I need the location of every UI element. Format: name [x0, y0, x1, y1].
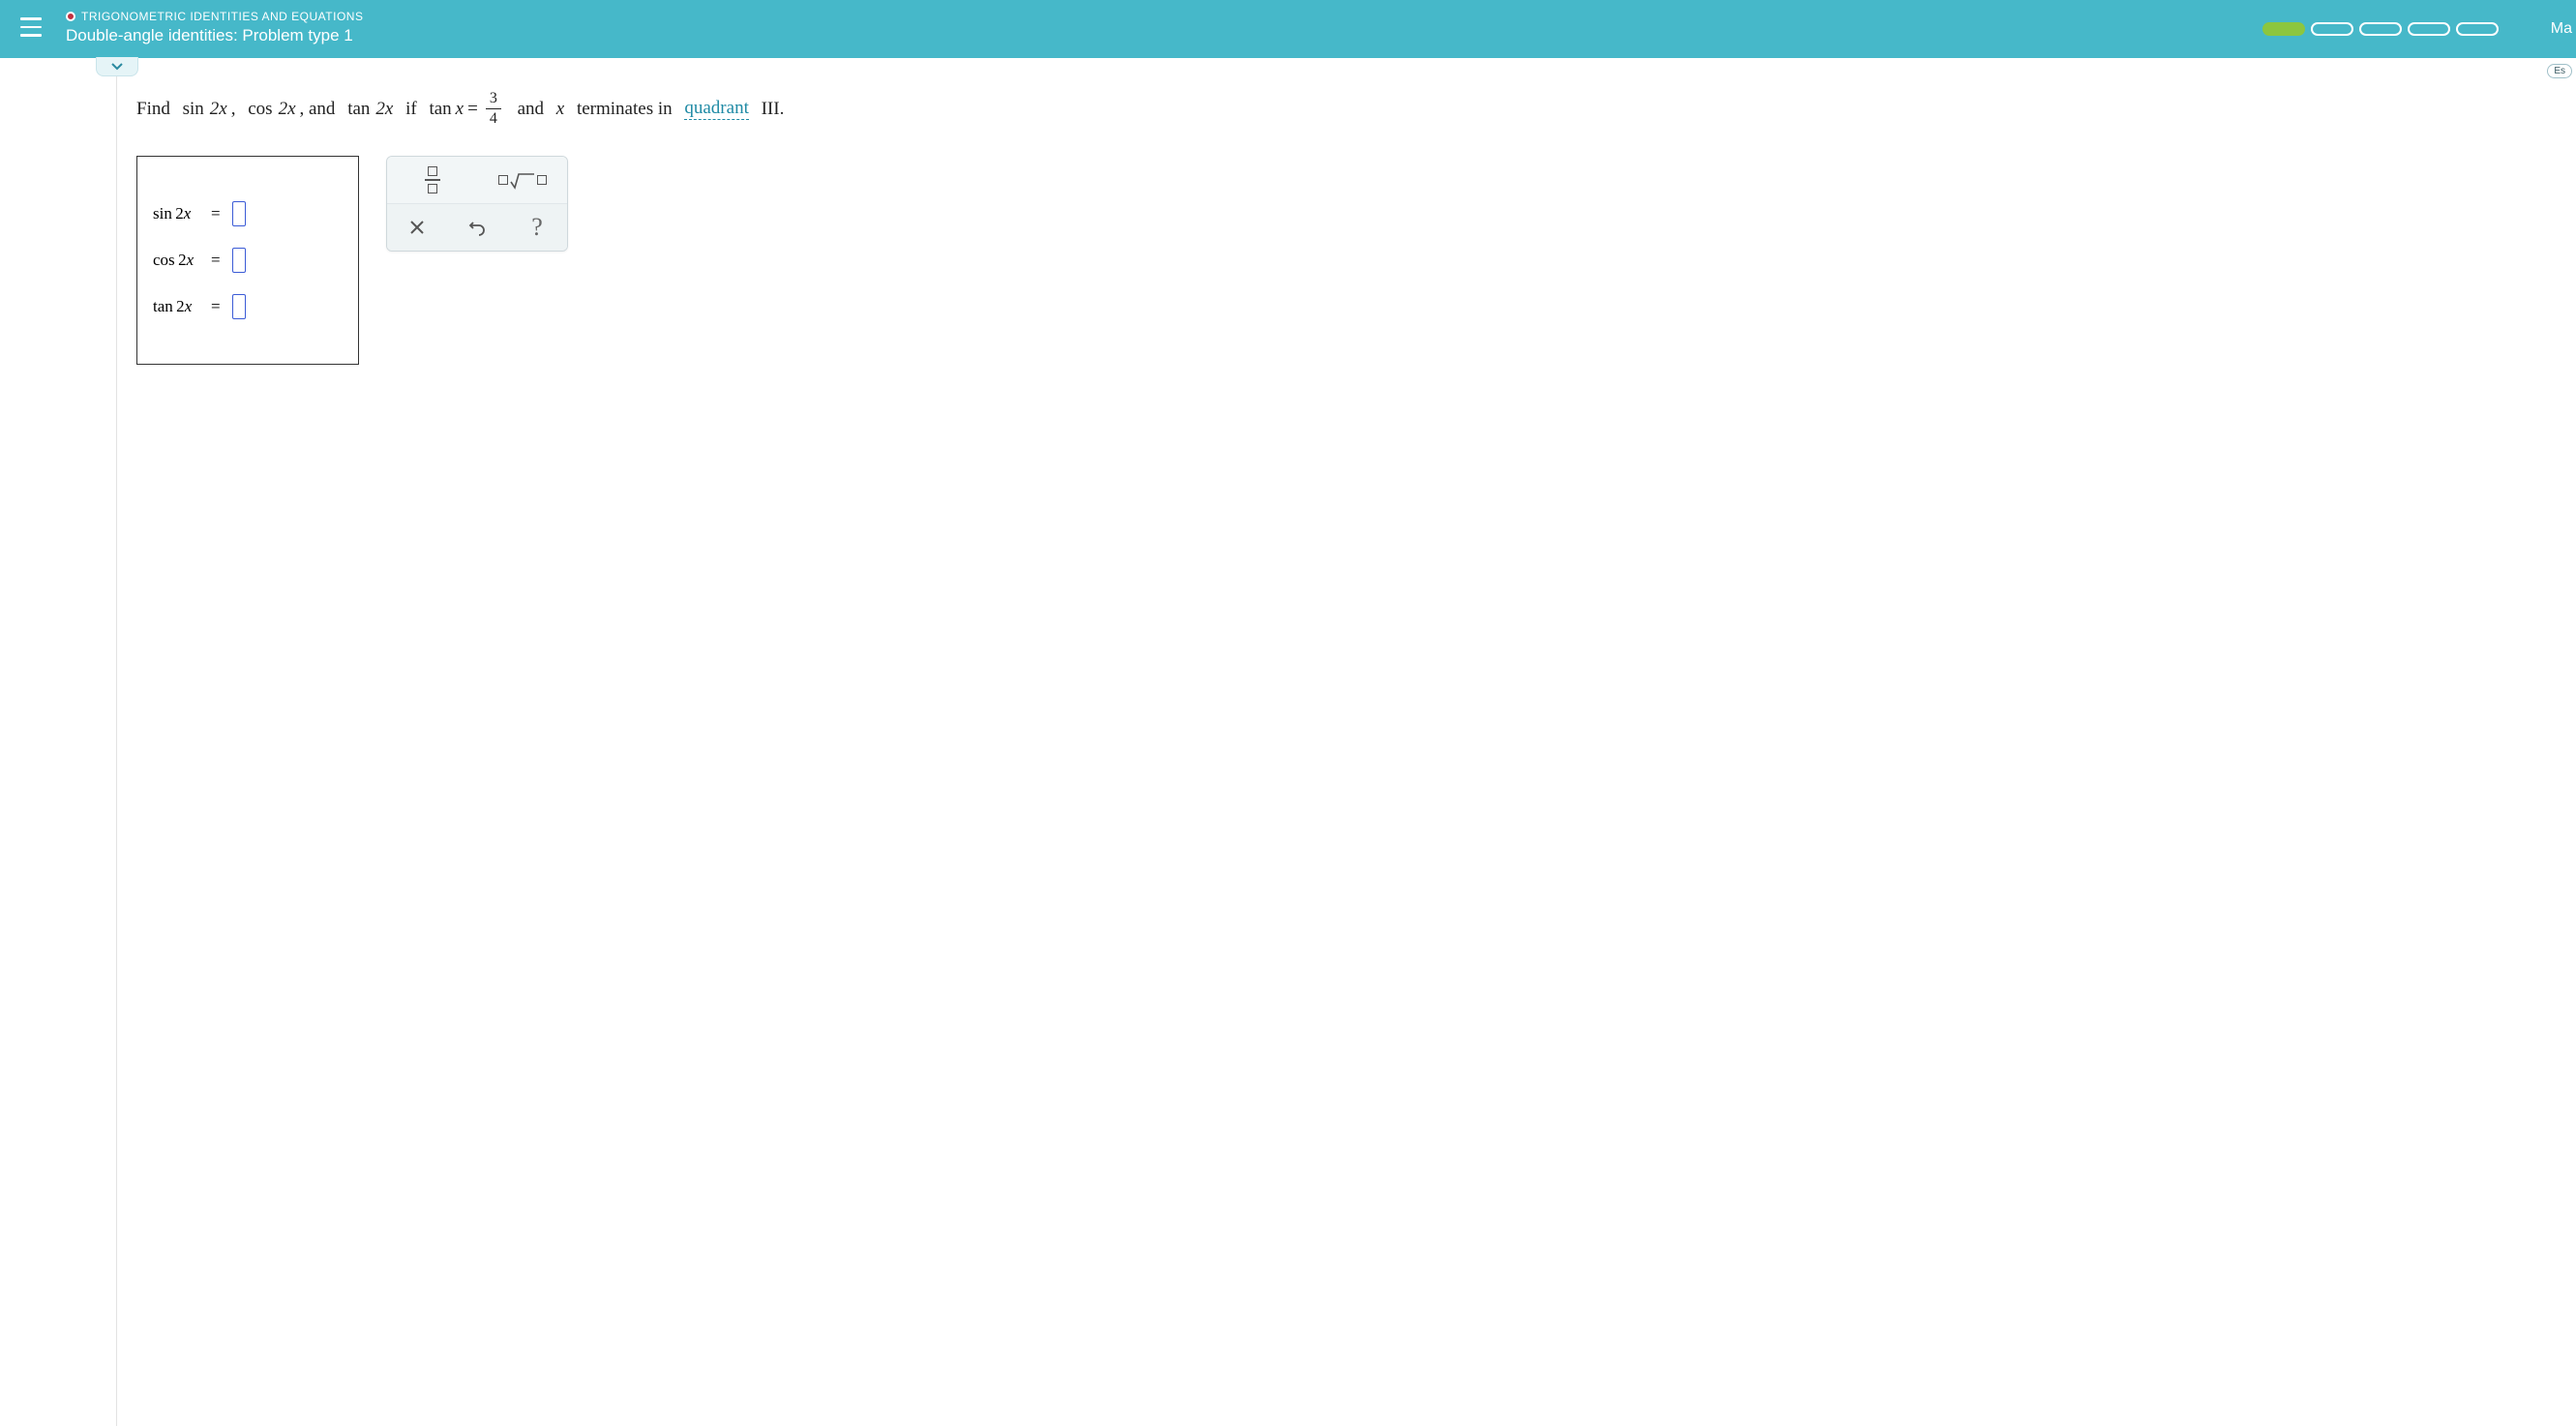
sqrt-template-button[interactable] [477, 157, 567, 203]
q-tan: tan [347, 99, 370, 120]
undo-button[interactable] [447, 204, 507, 251]
progress-pills [2262, 22, 2499, 36]
dropdown-tab[interactable] [96, 57, 138, 76]
quadrant-link[interactable]: quadrant [684, 98, 748, 120]
clear-button[interactable] [387, 204, 447, 251]
q-sep2: , and [300, 99, 336, 120]
workspace: Es Find sin 2x , cos 2x , and tan 2x if … [116, 58, 2576, 1426]
q-if: if [405, 99, 417, 120]
question-text: Find sin 2x , cos 2x , and tan 2x if tan… [136, 91, 2561, 127]
breadcrumb-label: TRIGONOMETRIC IDENTITIES AND EQUATIONS [81, 10, 363, 23]
tool-row-templates [387, 157, 567, 204]
q-tanx: tan [429, 99, 451, 120]
q-x: x [556, 99, 564, 120]
status-dot-icon [66, 12, 75, 21]
close-icon [408, 219, 426, 236]
q-eq: = [467, 99, 478, 120]
q-cos: cos [248, 99, 272, 120]
q-terminates: terminates in [577, 99, 673, 120]
answer-input-sin[interactable] [232, 201, 246, 226]
language-label: Es [2554, 66, 2565, 76]
q-frac-den: 4 [486, 109, 501, 127]
q-sep1: , [231, 99, 236, 120]
help-button[interactable]: ? [507, 204, 567, 251]
question-mark-icon: ? [531, 213, 543, 242]
language-pill[interactable]: Es [2547, 64, 2572, 78]
header-texts: TRIGONOMETRIC IDENTITIES AND EQUATIONS D… [66, 10, 363, 45]
undo-icon [468, 219, 486, 236]
q-tanx-var: x [456, 99, 464, 120]
answer-row-sin: sin 2x = [153, 201, 319, 226]
fraction-icon [425, 166, 440, 193]
progress-pill-5 [2456, 22, 2499, 36]
header-right-label: Ma [2551, 20, 2572, 38]
eq-sign: = [211, 297, 221, 316]
chevron-down-icon [111, 63, 123, 71]
tool-row-actions: ? [387, 204, 567, 251]
q-sin-arg: 2x [210, 99, 227, 120]
progress-pill-1 [2262, 22, 2305, 36]
answer-row-cos: cos 2x = [153, 248, 319, 273]
answer-area: sin 2x = cos 2x = tan 2x = [136, 156, 2561, 365]
q-cos-arg: 2x [279, 99, 296, 120]
math-tool-panel: ? [386, 156, 568, 252]
q-sin: sin [183, 99, 204, 120]
q-tan-arg: 2x [375, 99, 393, 120]
answer-box: sin 2x = cos 2x = tan 2x = [136, 156, 359, 365]
answer-label-sin: sin 2x [153, 204, 199, 223]
page-title: Double-angle identities: Problem type 1 [66, 26, 363, 45]
eq-sign: = [211, 204, 221, 223]
q-frac-num: 3 [486, 91, 501, 109]
left-sidebar [0, 58, 116, 1426]
answer-input-cos[interactable] [232, 248, 246, 273]
hamburger-icon [20, 15, 42, 40]
q-and: and [518, 99, 544, 120]
answer-label-cos: cos 2x [153, 251, 199, 270]
eq-sign: = [211, 251, 221, 270]
header-bar: TRIGONOMETRIC IDENTITIES AND EQUATIONS D… [0, 0, 2576, 58]
answer-input-tan[interactable] [232, 294, 246, 319]
fraction-template-button[interactable] [387, 157, 477, 203]
progress-pill-2 [2311, 22, 2353, 36]
q-lead: Find [136, 99, 170, 120]
q-fraction: 3 4 [486, 91, 501, 127]
sqrt-icon [498, 170, 547, 190]
breadcrumb: TRIGONOMETRIC IDENTITIES AND EQUATIONS [66, 10, 363, 23]
progress-pill-4 [2408, 22, 2450, 36]
answer-label-tan: tan 2x [153, 297, 199, 316]
menu-button[interactable] [14, 10, 48, 45]
answer-row-tan: tan 2x = [153, 294, 319, 319]
q-roman: III. [762, 99, 785, 120]
content-area: Es Find sin 2x , cos 2x , and tan 2x if … [117, 58, 2576, 1426]
progress-pill-3 [2359, 22, 2402, 36]
